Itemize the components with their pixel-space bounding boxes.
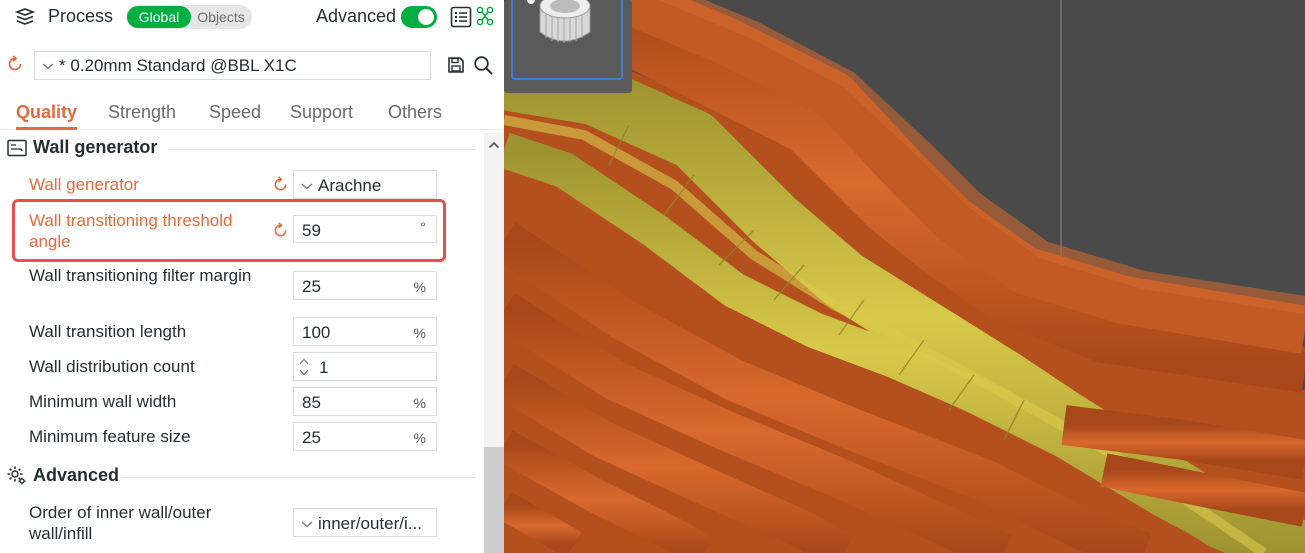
- field-value: 85: [302, 393, 321, 412]
- reset-arrow-icon[interactable]: [272, 176, 289, 193]
- section-title: Advanced: [33, 465, 120, 485]
- wall-generator-dropdown[interactable]: Arachne: [293, 170, 437, 199]
- setting-row-min-wall-width: Minimum wall width 85 %: [0, 387, 480, 417]
- settings-tabs: Quality Strength Speed Support Others: [0, 96, 504, 130]
- setting-label: Wall transitioning filter margin: [29, 266, 252, 285]
- gear-icon: [7, 466, 26, 485]
- process-settings-panel: Process Global Objects Advanced * 0.20mm…: [0, 0, 504, 553]
- distribution-count-spin[interactable]: 1: [293, 352, 437, 381]
- tab-speed[interactable]: Speed: [209, 102, 261, 123]
- field-unit: %: [413, 279, 426, 295]
- field-value: 25: [302, 277, 321, 296]
- section-divider: [122, 477, 476, 478]
- min-feature-size-input[interactable]: 25 %: [293, 422, 437, 451]
- compare-icon[interactable]: [476, 6, 494, 26]
- setting-label: Minimum wall width: [29, 392, 177, 411]
- setting-row-min-feature-size: Minimum feature size 25 %: [0, 422, 480, 452]
- highlight-box: [12, 199, 446, 262]
- section-wall-generator: Wall generator: [0, 133, 480, 161]
- setting-label: Order of inner wall/outer wall/infill: [29, 503, 212, 543]
- tab-quality[interactable]: Quality: [16, 102, 78, 130]
- field-unit: %: [413, 325, 426, 341]
- field-value: 25: [302, 428, 321, 447]
- section-title: Wall generator: [33, 137, 158, 157]
- scrollbar-thumb[interactable]: [484, 447, 504, 553]
- setting-row-wall-order: Order of inner wall/outer wall/infill in…: [0, 502, 480, 546]
- preset-dropdown[interactable]: * 0.20mm Standard @BBL X1C: [34, 51, 431, 80]
- scope-switch[interactable]: Global Objects: [126, 5, 252, 29]
- chevron-down-icon: [301, 521, 313, 528]
- wall-generator-icon: [7, 139, 27, 157]
- setting-row-wall-generator: Wall generator Arachne: [0, 170, 480, 200]
- scope-objects-option[interactable]: Objects: [192, 6, 250, 28]
- reset-arrow-icon[interactable]: [6, 55, 24, 73]
- field-value: inner/outer/i...: [318, 514, 422, 533]
- field-value: Arachne: [318, 176, 382, 195]
- toggle-knob: [418, 9, 434, 25]
- field-value: 100: [302, 323, 331, 342]
- 3d-preview-viewport[interactable]: [504, 0, 1305, 553]
- setting-label: Minimum feature size: [29, 427, 191, 446]
- section-advanced: Advanced: [0, 461, 480, 489]
- advanced-label: Advanced: [316, 6, 397, 26]
- preset-name: * 0.20mm Standard @BBL X1C: [59, 56, 297, 75]
- tab-strength[interactable]: Strength: [108, 102, 176, 123]
- advanced-toggle[interactable]: [401, 6, 437, 28]
- field-value: 1: [319, 358, 329, 377]
- setting-row-distribution-count: Wall distribution count 1: [0, 352, 480, 382]
- gcode-preview-scene: [504, 0, 1305, 553]
- list-icon[interactable]: [450, 6, 472, 28]
- tab-quality-label: Quality: [16, 102, 78, 122]
- tab-others[interactable]: Others: [388, 102, 442, 123]
- active-tab-underline: [16, 127, 78, 130]
- search-icon[interactable]: [473, 55, 494, 76]
- section-divider: [168, 149, 476, 150]
- layers-icon: [14, 8, 36, 25]
- setting-row-transition-length: Wall transition length 100 %: [0, 317, 480, 347]
- preset-row: * 0.20mm Standard @BBL X1C: [0, 46, 504, 86]
- chevron-down-icon: [42, 63, 54, 70]
- scope-global-option[interactable]: Global: [127, 6, 191, 28]
- process-title: Process: [48, 6, 114, 26]
- filter-margin-input[interactable]: 25 %: [293, 271, 437, 300]
- chevron-down-icon: [301, 183, 313, 190]
- save-icon[interactable]: [447, 56, 465, 74]
- field-unit: %: [413, 430, 426, 446]
- spin-arrows-icon[interactable]: [298, 356, 310, 378]
- setting-label: Wall distribution count: [29, 357, 195, 376]
- transition-length-input[interactable]: 100 %: [293, 317, 437, 346]
- setting-row-filter-margin: Wall transitioning filter margin 25 %: [0, 265, 480, 309]
- tab-support[interactable]: Support: [290, 102, 353, 123]
- chevron-up-icon[interactable]: [488, 140, 500, 150]
- process-header: Process Global Objects Advanced: [0, 0, 504, 34]
- wall-order-dropdown[interactable]: inner/outer/i...: [293, 508, 437, 537]
- plate-thumbnail[interactable]: [504, 0, 632, 93]
- setting-label: Wall generator: [29, 175, 139, 194]
- setting-label: Wall transition length: [29, 322, 187, 341]
- field-unit: %: [413, 395, 426, 411]
- min-wall-width-input[interactable]: 85 %: [293, 387, 437, 416]
- settings-scrollbar[interactable]: [484, 133, 504, 553]
